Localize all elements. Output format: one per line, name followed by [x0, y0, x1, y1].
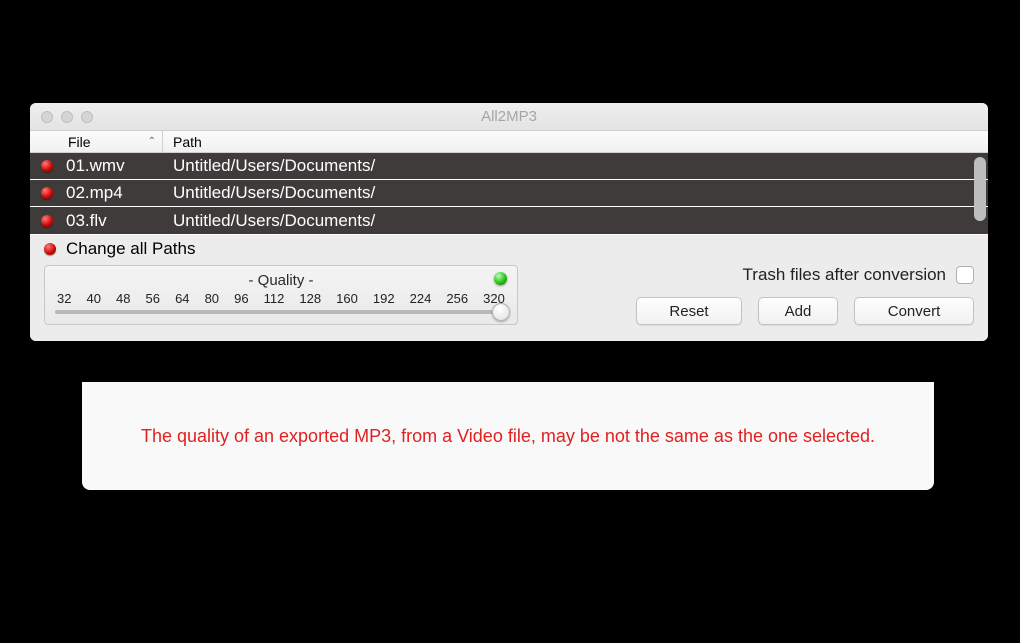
tick-label: 80 [205, 291, 219, 306]
column-file[interactable]: File ⌃ [64, 131, 163, 152]
change-paths-label: Change all Paths [66, 239, 195, 259]
tick-label: 224 [410, 291, 432, 306]
tick-label: 32 [57, 291, 71, 306]
add-label: Add [785, 303, 812, 320]
trash-option[interactable]: Trash files after conversion [743, 265, 974, 285]
file-table: 01.wmv Untitled/Users/Documents/ 02.mp4 … [30, 153, 988, 235]
column-headers: File ⌃ Path [30, 131, 988, 153]
change-paths-row[interactable]: Change all Paths [30, 235, 988, 261]
sort-indicator-icon: ⌃ [148, 136, 156, 147]
trash-label: Trash files after conversion [743, 265, 946, 285]
tick-label: 64 [175, 291, 189, 306]
tick-label: 48 [116, 291, 130, 306]
tick-label: 192 [373, 291, 395, 306]
status-dot-icon [41, 160, 53, 172]
tick-label: 56 [146, 291, 160, 306]
warning-message: The quality of an exported MP3, from a V… [141, 424, 875, 448]
table-row[interactable]: 03.flv Untitled/Users/Documents/ [30, 207, 988, 234]
convert-button[interactable]: Convert [854, 297, 974, 325]
status-dot-icon [41, 187, 53, 199]
reset-label: Reset [669, 303, 708, 320]
table-row[interactable]: 01.wmv Untitled/Users/Documents/ [30, 153, 988, 180]
convert-label: Convert [888, 303, 941, 320]
warning-panel: The quality of an exported MP3, from a V… [82, 382, 934, 490]
tick-label: 256 [446, 291, 468, 306]
tick-label: 160 [336, 291, 358, 306]
tick-label: 112 [264, 291, 285, 306]
cell-path: Untitled/Users/Documents/ [163, 211, 375, 231]
column-file-label: File [68, 134, 91, 150]
cell-path: Untitled/Users/Documents/ [163, 156, 375, 176]
quality-slider[interactable] [55, 310, 507, 314]
cell-file: 02.mp4 [64, 183, 163, 203]
status-dot-icon [44, 243, 56, 255]
quality-ticks: 32 40 48 56 64 80 96 112 128 160 192 224… [55, 291, 507, 306]
slider-knob-icon[interactable] [492, 303, 510, 321]
trash-checkbox[interactable] [956, 266, 974, 284]
status-dot-icon [41, 215, 53, 227]
table-scrollbar[interactable] [974, 157, 986, 221]
tick-label: 128 [299, 291, 321, 306]
titlebar: All2MP3 [30, 103, 988, 131]
tick-label: 96 [234, 291, 248, 306]
reset-button[interactable]: Reset [636, 297, 742, 325]
cell-file: 03.flv [64, 211, 163, 231]
quality-panel: - Quality - 32 40 48 56 64 80 96 112 128… [44, 265, 518, 325]
cell-path: Untitled/Users/Documents/ [163, 183, 375, 203]
app-window: All2MP3 File ⌃ Path 01.wmv Untitled/User… [30, 103, 988, 341]
table-row[interactable]: 02.mp4 Untitled/Users/Documents/ [30, 180, 988, 207]
lower-panel: Change all Paths - Quality - 32 40 48 56… [30, 235, 988, 341]
add-button[interactable]: Add [758, 297, 838, 325]
tick-label: 40 [87, 291, 101, 306]
quality-title: - Quality - [55, 272, 507, 289]
quality-led-icon [494, 272, 507, 285]
column-path[interactable]: Path [163, 134, 202, 150]
window-title: All2MP3 [30, 108, 988, 125]
column-path-label: Path [173, 134, 202, 150]
cell-file: 01.wmv [64, 156, 163, 176]
